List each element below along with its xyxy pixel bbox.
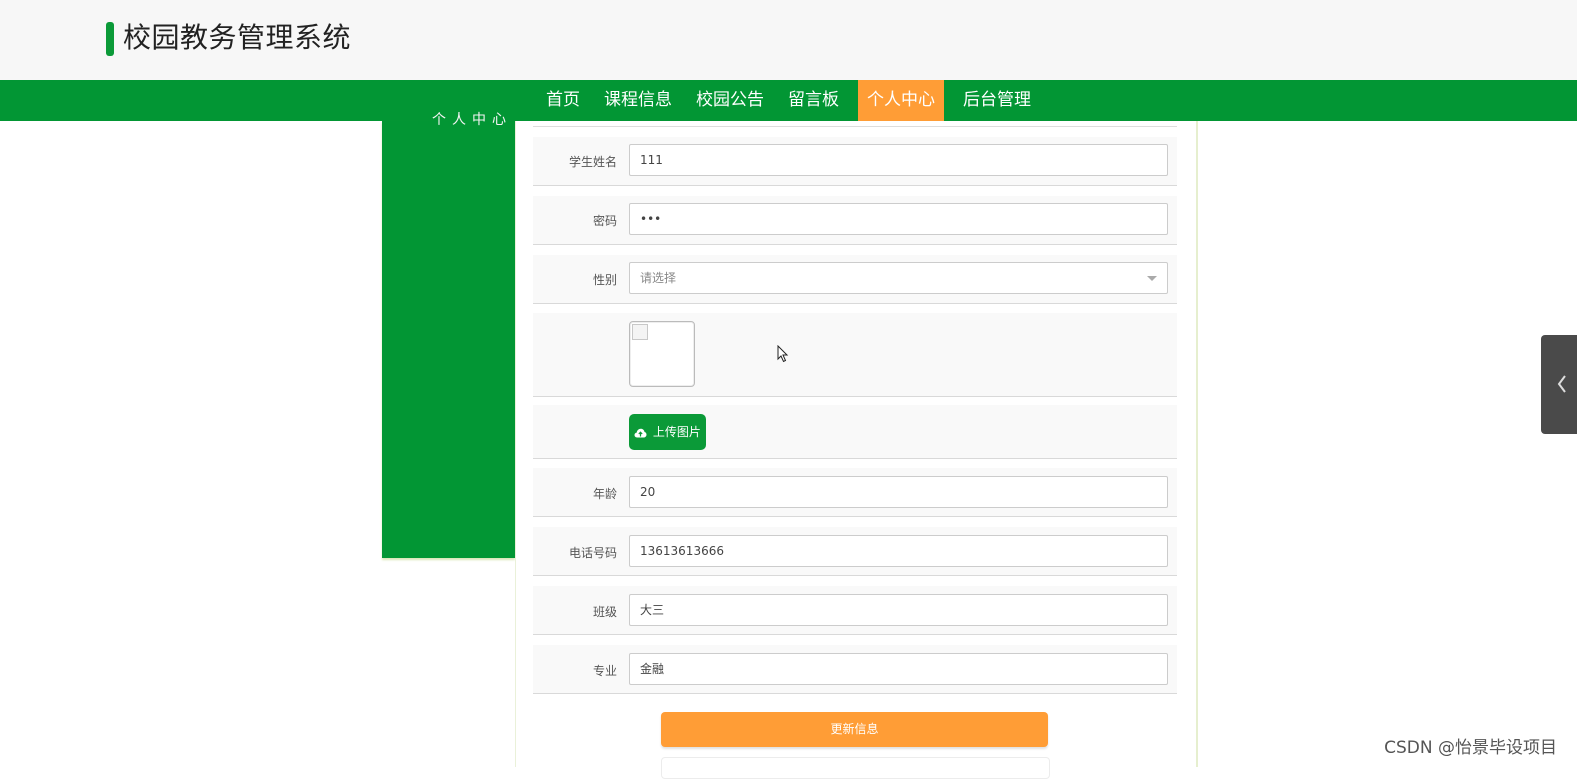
site-header: 校园教务管理系统: [0, 0, 1577, 80]
major-input[interactable]: 金融: [629, 653, 1168, 685]
gender-select[interactable]: 请选择: [629, 262, 1168, 294]
form-row-password: 密码 •••: [533, 196, 1177, 245]
class-input[interactable]: 大三: [629, 594, 1168, 626]
gender-label: 性别: [592, 273, 617, 287]
password-input[interactable]: •••: [629, 203, 1168, 235]
caret-down-icon: [1147, 276, 1157, 281]
age-input[interactable]: 20: [629, 476, 1168, 508]
broken-image-icon: [632, 324, 648, 340]
sidebar-panel: 个人中心: [382, 112, 515, 558]
nav-item-course-info[interactable]: 课程信息: [592, 80, 684, 121]
divider: [533, 126, 1177, 127]
form-row-phone: 电话号码 13613613666: [533, 527, 1177, 576]
phone-label: 电话号码: [568, 546, 617, 560]
form-row-student-name: 学生姓名 111: [533, 137, 1177, 186]
sidebar-title-partial: 个人中心: [432, 112, 512, 128]
watermark-text: CSDN @怡景毕设项目: [1384, 738, 1557, 758]
age-label: 年龄: [592, 487, 617, 501]
nav-item-home[interactable]: 首页: [534, 80, 592, 121]
gender-select-placeholder: 请选择: [640, 271, 677, 285]
student-name-label: 学生姓名: [568, 155, 617, 169]
form-row-avatar: [533, 313, 1177, 397]
form-row-age: 年龄 20: [533, 468, 1177, 517]
nav-menu: 首页 课程信息 校园公告 留言板 个人中心 后台管理: [534, 80, 1043, 121]
avatar-image[interactable]: [629, 321, 695, 387]
nav-item-campus-notice[interactable]: 校园公告: [684, 80, 776, 121]
side-drawer-toggle[interactable]: [1541, 335, 1577, 434]
nav-item-admin[interactable]: 后台管理: [951, 80, 1043, 121]
mouse-cursor-icon: [777, 345, 789, 363]
main-navbar: 首页 课程信息 校园公告 留言板 个人中心 后台管理: [0, 80, 1577, 121]
nav-item-personal-center[interactable]: 个人中心: [858, 80, 944, 121]
cloud-upload-icon: [634, 428, 647, 437]
form-row-class: 班级 大三: [533, 586, 1177, 635]
profile-form-panel: 学生姓名 111 密码 ••• 性别 请选择 上传图片 年龄 20 电话号码 1…: [515, 121, 1198, 779]
password-label: 密码: [592, 214, 617, 228]
class-label: 班级: [592, 605, 617, 619]
brand-accent-bar: [106, 22, 114, 56]
form-row-upload: 上传图片: [533, 405, 1177, 459]
form-row-major: 专业 金融: [533, 645, 1177, 694]
student-name-input[interactable]: 111: [629, 144, 1168, 176]
site-title: 校园教务管理系统: [123, 21, 352, 54]
upload-image-label: 上传图片: [652, 425, 701, 439]
chevron-left-icon: [1557, 375, 1566, 393]
form-row-gender: 性别 请选择: [533, 255, 1177, 304]
phone-input[interactable]: 13613613666: [629, 535, 1168, 567]
secondary-button[interactable]: [661, 757, 1050, 779]
major-label: 专业: [592, 664, 617, 678]
nav-item-message-board[interactable]: 留言板: [776, 80, 851, 121]
update-info-button[interactable]: 更新信息: [661, 712, 1048, 747]
upload-image-button[interactable]: 上传图片: [629, 414, 706, 450]
